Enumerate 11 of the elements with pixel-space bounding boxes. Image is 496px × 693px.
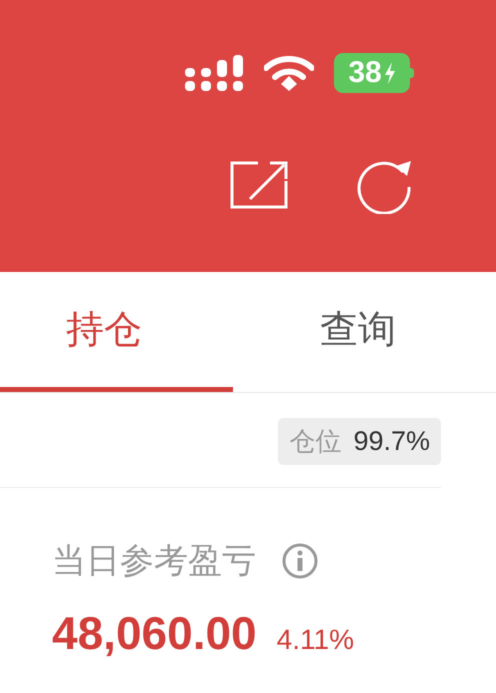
battery-level: 38 xyxy=(348,58,382,88)
wifi-icon xyxy=(264,54,314,92)
signal-icon xyxy=(185,55,243,91)
tab[interactable]: 持仓 xyxy=(0,272,233,392)
share-icon[interactable] xyxy=(230,161,288,209)
tab[interactable]: 查询 xyxy=(233,272,483,392)
pnl-label: 当日参考盈亏 xyxy=(52,540,256,583)
pnl-amount: 48,060.00 xyxy=(52,606,257,660)
info-icon[interactable] xyxy=(282,543,318,579)
position-badge: 仓位 99.7% xyxy=(278,418,441,465)
pnl-percent: 4.11% xyxy=(276,624,354,656)
